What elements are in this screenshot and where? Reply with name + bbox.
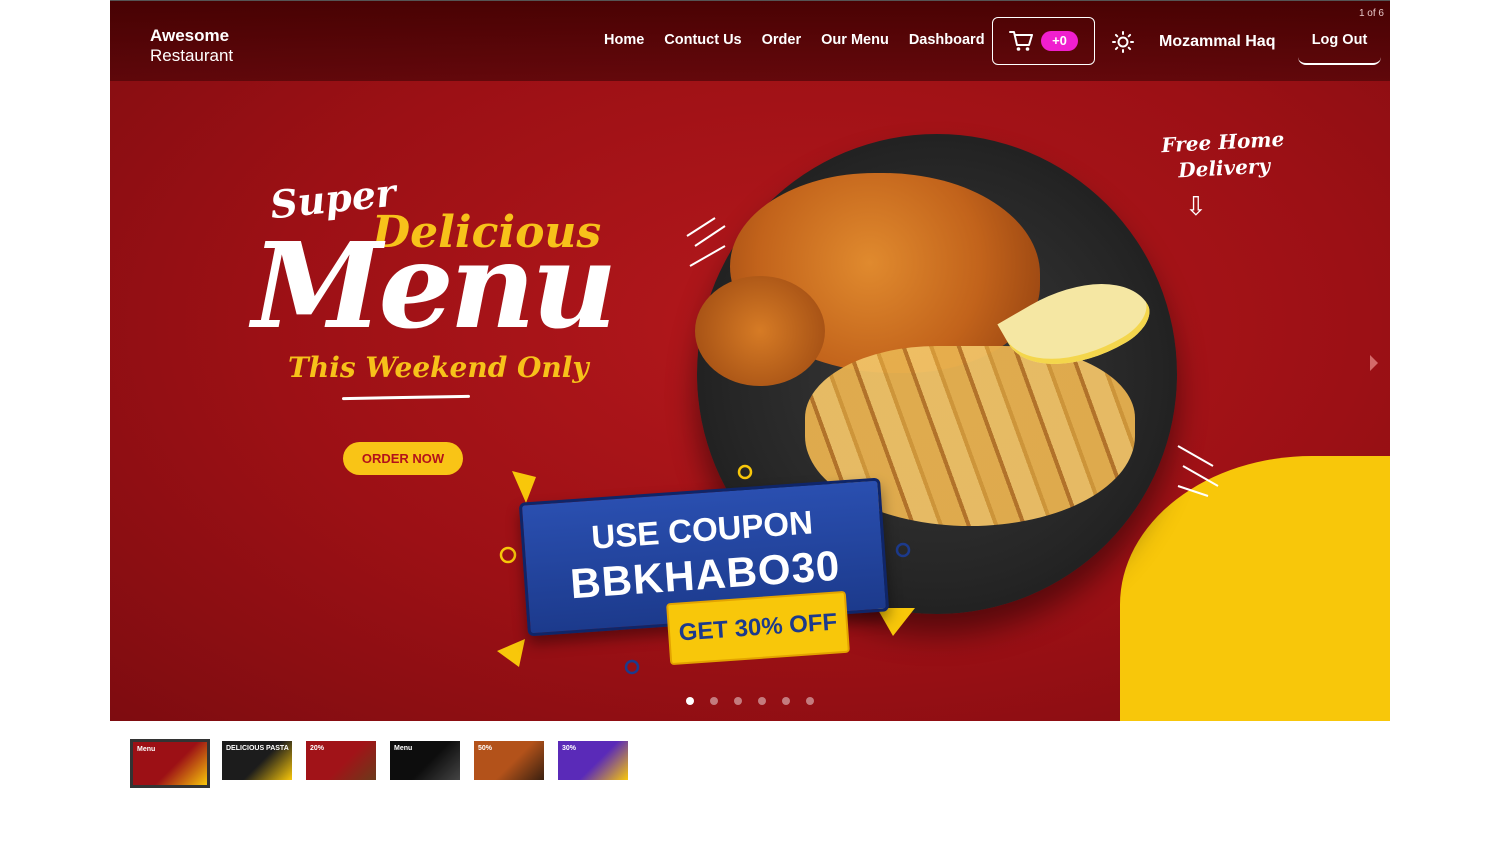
carousel-thumbnails: Menu DELICIOUS PASTA 20% Menu 50% 30% [130,739,628,788]
fried-chicken-piece-image [695,276,825,386]
nav-links: Home Contuct Us Order Our Menu Dashboard [604,32,985,48]
thumbnail-6[interactable]: 30% [558,741,628,780]
brand-logo[interactable]: Awesome Restaurant [150,26,233,66]
nav-link-our-menu[interactable]: Our Menu [821,32,889,48]
free-delivery-line1: Free Home [1160,126,1285,158]
brand-name-line1: Awesome [150,26,230,45]
nav-link-dashboard[interactable]: Dashboard [909,32,985,48]
thumbnail-caption: 20% [310,745,325,752]
logout-button[interactable]: Log Out [1298,17,1381,65]
cart-icon [1009,31,1033,51]
thumbnail-caption: DELICIOUS PASTA [226,745,289,752]
burst-doodle-icon [686,217,726,267]
thumbnail-caption: 30% [562,745,577,752]
navbar: Awesome Restaurant Home Contuct Us Order… [110,1,1390,81]
carousel-dot[interactable] [734,697,742,705]
ring-confetti-icon [895,542,911,558]
carousel-dot[interactable] [758,697,766,705]
thumbnail-caption: Menu [137,746,156,753]
ring-confetti-icon [624,659,640,675]
discount-tag: GET 30% OFF [666,590,850,666]
brand-name-line2: Restaurant [150,46,234,65]
order-now-button[interactable]: ORDER NOW [343,442,463,475]
nav-link-order[interactable]: Order [762,32,802,48]
thumbnail-1[interactable]: Menu [130,739,210,788]
thumbnail-5[interactable]: 50% [474,741,544,780]
burst-doodle-icon [1177,445,1219,497]
ring-confetti-icon [737,464,753,480]
sun-icon[interactable] [1112,31,1134,53]
user-name: Mozammal Haq [1159,33,1276,50]
ring-confetti-icon [499,546,517,564]
carousel-dot[interactable] [782,697,790,705]
carousel-dot[interactable] [806,697,814,705]
nav-link-contact-us[interactable]: Contuct Us [664,32,741,48]
arrow-doodle-icon: ⇩ [1185,191,1207,221]
thumbnail-4[interactable]: Menu [390,741,460,780]
hero-menu-text: Menu [252,216,617,355]
nav-link-home[interactable]: Home [604,32,644,48]
carousel-next-arrow-icon[interactable] [1370,355,1378,371]
carousel-dot[interactable] [710,697,718,705]
carousel-dots [686,697,814,705]
carousel-dot[interactable] [686,697,694,705]
slide-counter: 1 of 6 [1358,8,1384,19]
thumbnail-caption: Menu [394,745,413,752]
thumbnail-2[interactable]: DELICIOUS PASTA [222,741,292,780]
free-delivery-text: Free Home Delivery [1161,126,1286,184]
hero-weekend-text: This Weekend Only [288,351,589,384]
thumbnail-3[interactable]: 20% [306,741,376,780]
hero-carousel[interactable]: 1 of 6 Awesome Restaurant Home Contuct U… [110,1,1390,721]
free-delivery-line2: Delivery [1177,153,1271,183]
cart-button[interactable]: +0 [992,17,1095,65]
thumbnail-caption: 50% [478,745,493,752]
triangle-confetti-icon [497,639,525,667]
cart-count-badge: +0 [1041,31,1078,51]
